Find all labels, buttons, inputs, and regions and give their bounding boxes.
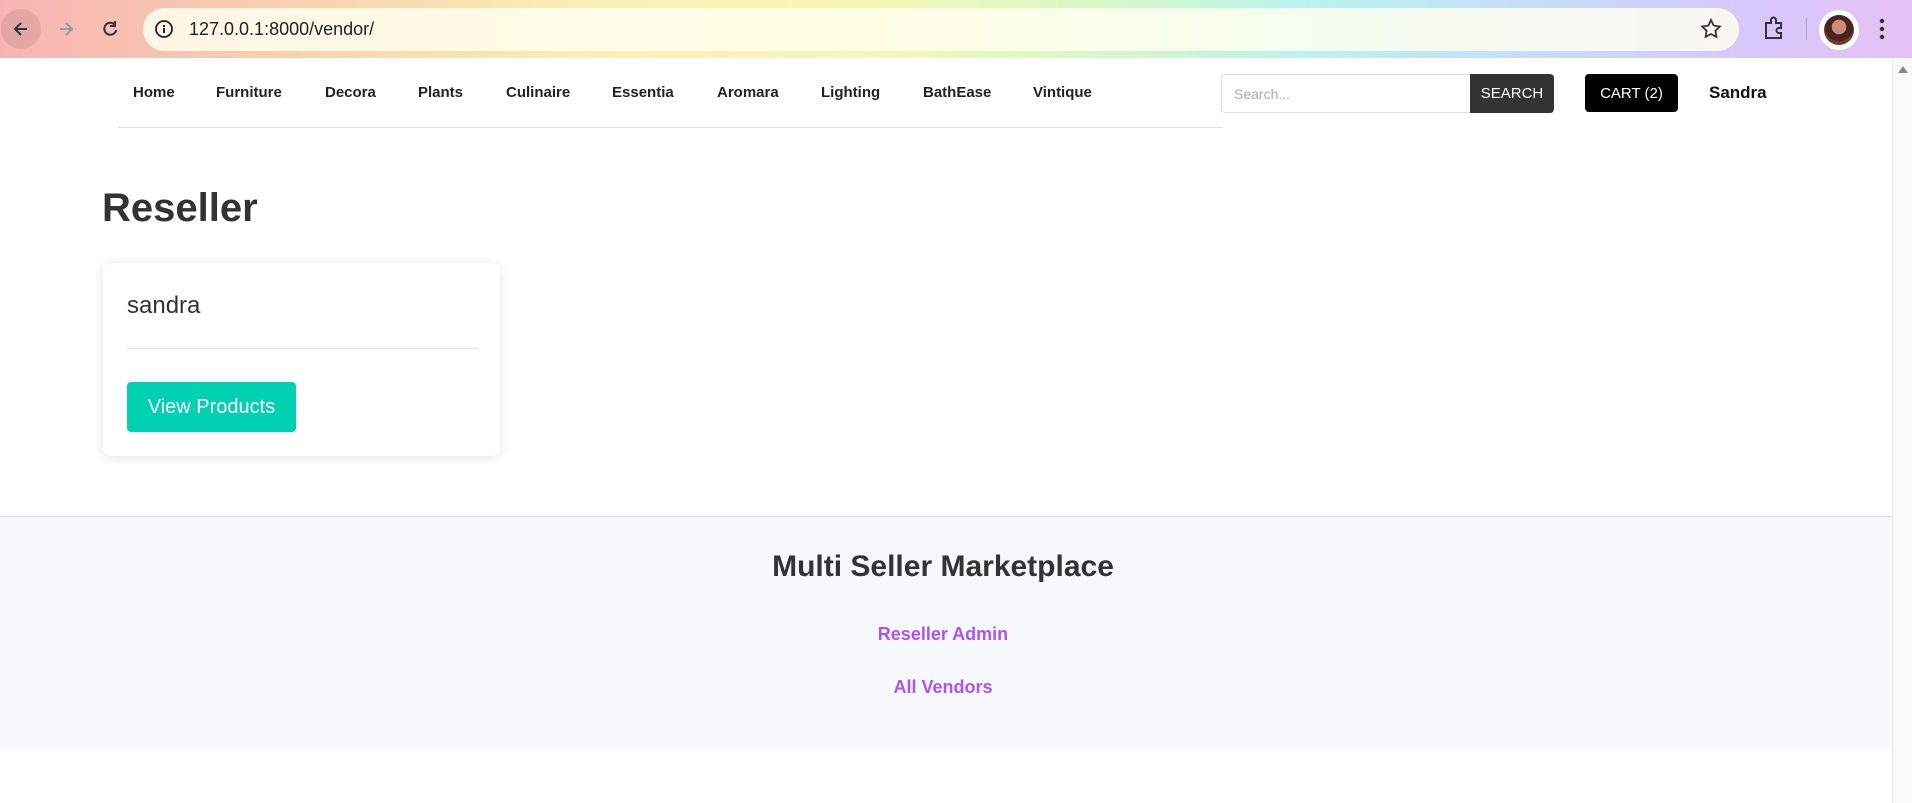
- bookmark-star-icon[interactable]: [1699, 17, 1723, 41]
- nav-item-bathease[interactable]: BathEase: [923, 84, 991, 101]
- toolbar-separator: [1806, 18, 1807, 40]
- forward-button[interactable]: [46, 9, 86, 49]
- profile-photo: [1824, 15, 1854, 45]
- nav-item-furniture[interactable]: Furniture: [216, 84, 282, 101]
- nav-item-culinaire[interactable]: Culinaire: [506, 84, 570, 101]
- card-divider: [127, 348, 478, 349]
- nav-item-aromara[interactable]: Aromara: [717, 84, 779, 101]
- search-input[interactable]: [1221, 74, 1471, 113]
- vendor-name: sandra: [127, 292, 201, 319]
- nav-item-essentia[interactable]: Essentia: [612, 84, 674, 101]
- profile-avatar[interactable]: [1819, 10, 1859, 50]
- footer: Multi Seller Marketplace Reseller Admin …: [0, 516, 1892, 749]
- forward-arrow-icon: [60, 22, 74, 36]
- vendor-card: sandra View Products: [103, 263, 500, 456]
- url-text[interactable]: 127.0.0.1:8000/vendor/: [189, 19, 374, 40]
- category-nav: Home Furniture Decora Plants Culinaire E…: [118, 58, 1222, 128]
- site-info-icon[interactable]: [154, 19, 174, 39]
- scroll-up-arrow-icon[interactable]: [1898, 66, 1908, 73]
- vertical-scrollbar[interactable]: [1892, 58, 1912, 803]
- extensions-puzzle-icon[interactable]: [1760, 14, 1788, 42]
- nav-item-decora[interactable]: Decora: [325, 84, 376, 101]
- nav-item-home[interactable]: Home: [133, 84, 175, 101]
- nav-item-lighting[interactable]: Lighting: [821, 84, 880, 101]
- address-bar[interactable]: [143, 8, 1739, 51]
- reload-button[interactable]: [90, 9, 130, 49]
- back-arrow-icon: [13, 22, 27, 36]
- footer-title: Multi Seller Marketplace: [772, 550, 1114, 583]
- page-title: Reseller: [102, 186, 258, 230]
- search-button[interactable]: SEARCH: [1470, 74, 1554, 113]
- reload-icon: [103, 21, 118, 36]
- footer-link-reseller-admin[interactable]: Reseller Admin: [0, 624, 1886, 645]
- page: Home Furniture Decora Plants Culinaire E…: [0, 58, 1892, 803]
- nav-item-plants[interactable]: Plants: [418, 84, 463, 101]
- footer-link-all-vendors[interactable]: All Vendors: [0, 677, 1886, 698]
- cart-button[interactable]: CART (2): [1585, 74, 1678, 112]
- view-products-button[interactable]: View Products: [127, 382, 296, 432]
- nav-item-vintique[interactable]: Vintique: [1033, 84, 1092, 101]
- kebab-menu-icon[interactable]: [1878, 16, 1886, 42]
- user-name-link[interactable]: Sandra: [1709, 83, 1767, 103]
- back-button[interactable]: [1, 9, 41, 49]
